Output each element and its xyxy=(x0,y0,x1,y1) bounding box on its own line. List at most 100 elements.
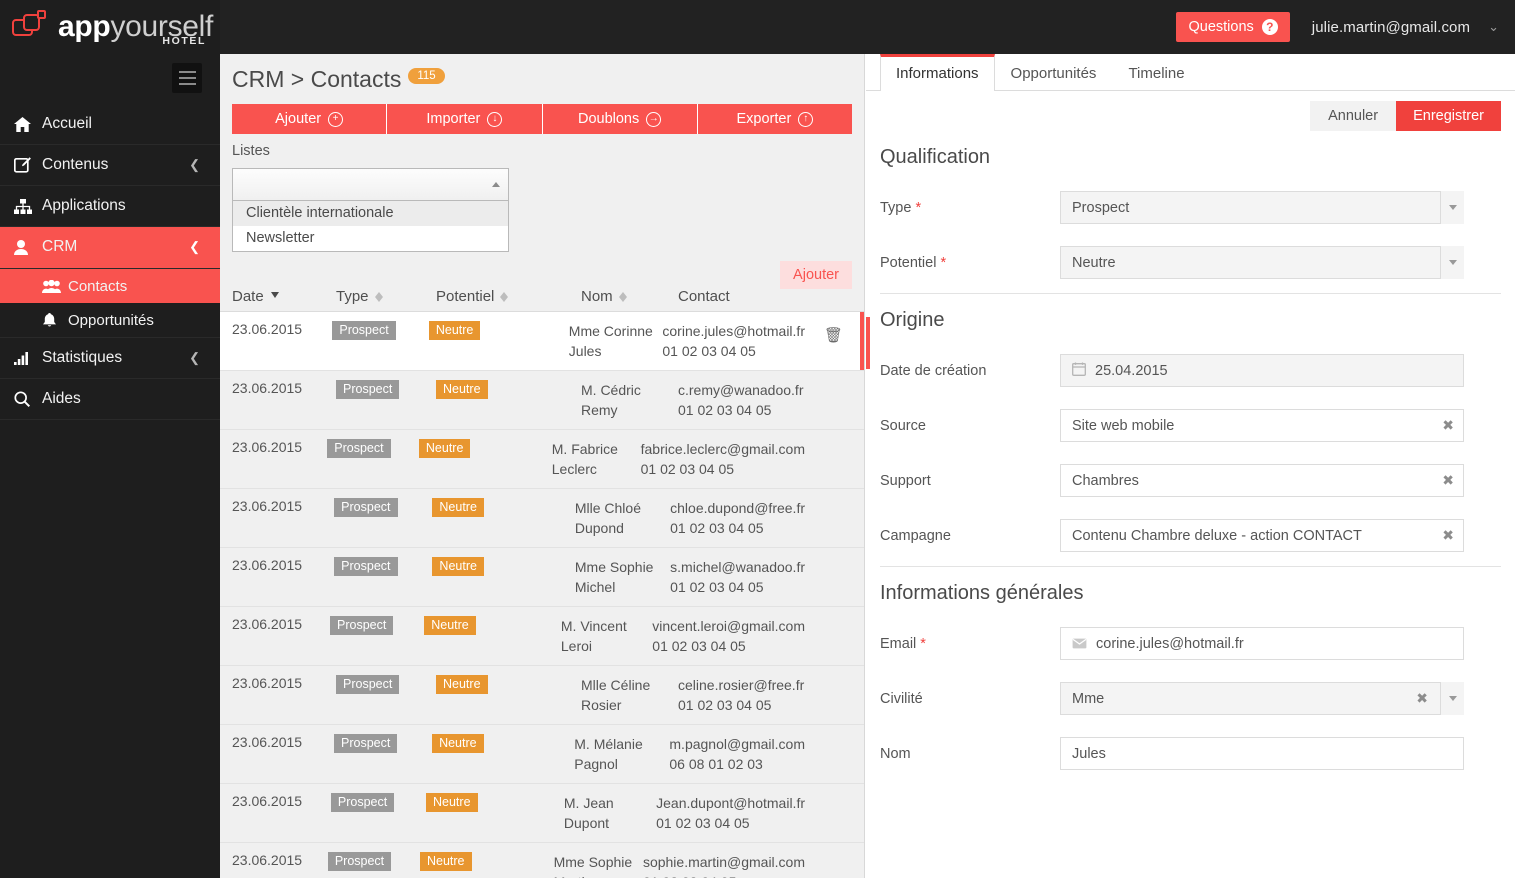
cell-type: Prospect xyxy=(334,498,432,538)
detail-action-row: Annuler Enregistrer xyxy=(866,91,1515,131)
field-campagne: Campagne Contenu Chambre deluxe - action… xyxy=(880,519,1515,552)
questions-button[interactable]: Questions ? xyxy=(1176,12,1290,42)
contacts-count-badge: 115 xyxy=(408,68,445,84)
tab-opportunites[interactable]: Opportunités xyxy=(995,54,1113,91)
table-row[interactable]: 23.06.2015 Prospect Neutre Mme Corinne Jule… xyxy=(220,312,864,371)
type-badge: Prospect xyxy=(336,675,400,694)
sidebar-label-contenus: Contenus xyxy=(42,156,109,173)
label-civilite: Civilité xyxy=(880,690,923,707)
cell-date: 23.06.2015 xyxy=(232,321,303,337)
source-input[interactable]: Site web mobile xyxy=(1060,409,1464,442)
cell-contact: celine.rosier@free.fr 01 02 03 04 05 xyxy=(678,677,805,713)
exporter-button[interactable]: Exporter ↑ xyxy=(697,104,852,134)
type-select[interactable]: Prospect xyxy=(1060,191,1464,224)
clear-icon-civilite[interactable]: ✖ xyxy=(1416,690,1428,706)
cell-contact: sophie.martin@gmail.com 01 02 03 04 05 xyxy=(642,854,805,878)
potentiel-badge: Neutre xyxy=(432,734,484,753)
table-row[interactable]: 23.06.2015 Prospect Neutre M. Fabrice Lecle… xyxy=(220,430,864,489)
sidebar-item-opportunites[interactable]: Opportunités xyxy=(0,303,220,337)
search-icon xyxy=(14,391,42,407)
type-badge: Prospect xyxy=(332,321,396,340)
type-badge: Prospect xyxy=(330,616,394,635)
contact-detail-panel: Informations Opportunités Timeline Annul… xyxy=(866,54,1515,878)
doublons-button[interactable]: Doublons → xyxy=(542,104,698,134)
tab-informations[interactable]: Informations xyxy=(880,54,995,91)
tab-timeline[interactable]: Timeline xyxy=(1112,54,1200,91)
brand-name-bold: app xyxy=(58,10,111,43)
burger-row xyxy=(0,54,220,102)
sidebar-item-statistiques[interactable]: Statistiques ❮ xyxy=(0,338,220,379)
potentiel-badge: Neutre xyxy=(424,616,476,635)
sidebar: appyourself HOTEL Accueil Contenus ❮ App… xyxy=(0,0,220,878)
nom-input[interactable]: Jules xyxy=(1060,737,1464,770)
sidebar-item-accueil[interactable]: Accueil xyxy=(0,104,220,145)
cell-potentiel: Neutre xyxy=(418,439,552,479)
chevron-down-icon-civilite[interactable] xyxy=(1440,682,1464,715)
hamburger-menu-icon[interactable] xyxy=(172,63,202,93)
label-potentiel: Potentiel * xyxy=(880,255,1060,271)
column-header-potentiel[interactable]: Potentiel xyxy=(436,288,581,305)
campagne-input[interactable]: Contenu Chambre deluxe - action CONTACT xyxy=(1060,519,1464,552)
column-header-nom[interactable]: Nom xyxy=(581,288,678,305)
sidebar-item-aides[interactable]: Aides xyxy=(0,379,220,420)
sidebar-label-accueil: Accueil xyxy=(42,115,92,132)
table-row[interactable]: 23.06.2015 Prospect Neutre M. Cédric Remy c.… xyxy=(220,371,864,430)
plus-circle-icon: + xyxy=(328,111,344,127)
section-title-qualification: Qualification xyxy=(880,146,991,168)
email-input[interactable]: corine.jules@hotmail.fr xyxy=(1060,627,1464,660)
sidebar-item-contenus[interactable]: Contenus ❮ xyxy=(0,145,220,186)
sidebar-item-applications[interactable]: Applications xyxy=(0,186,220,227)
cell-nom: M. Cédric Remy xyxy=(581,382,641,418)
table-row[interactable]: 23.06.2015 Prospect Neutre Mme Sophie Miche… xyxy=(220,548,864,607)
trash-icon[interactable]: 🗑 xyxy=(824,326,843,344)
cell-type: Prospect xyxy=(336,380,436,420)
date-creation-value: 25.04.2015 xyxy=(1095,362,1168,379)
field-civilite: Civilité Mme ✖ xyxy=(880,682,1515,715)
table-row[interactable]: 23.06.2015 Prospect Neutre Mlle Céline Rosi… xyxy=(220,666,864,725)
brand-logo[interactable]: appyourself HOTEL xyxy=(0,0,220,54)
chevron-down-icon-type[interactable] xyxy=(1440,191,1464,224)
label-text-potentiel: Potentiel xyxy=(880,254,937,271)
clear-icon-source[interactable]: ✖ xyxy=(1442,417,1454,433)
column-label-nom: Nom xyxy=(581,288,613,305)
cell-type: Prospect xyxy=(330,616,424,656)
ajouter-button[interactable]: Ajouter + xyxy=(232,104,388,134)
label-text-type: Type xyxy=(880,199,912,216)
clear-icon-campagne[interactable]: ✖ xyxy=(1442,527,1454,543)
table-row[interactable]: 23.06.2015 Prospect Neutre M. Vincent Leroi… xyxy=(220,607,864,666)
importer-button[interactable]: Importer ↓ xyxy=(387,104,543,134)
bell-icon xyxy=(42,312,68,328)
table-header-row: Date Type Potentiel Nom Contact xyxy=(220,282,864,312)
support-input[interactable]: Chambres xyxy=(1060,464,1464,497)
sidebar-item-crm[interactable]: CRM ❮ xyxy=(0,227,220,268)
table-row[interactable]: 23.06.2015 Prospect Neutre Mlle Chloé Dupon… xyxy=(220,489,864,548)
save-button[interactable]: Enregistrer xyxy=(1396,101,1501,131)
type-badge: Prospect xyxy=(334,734,398,753)
sidebar-item-contacts[interactable]: Contacts xyxy=(0,269,220,303)
date-creation-input[interactable]: 25.04.2015 xyxy=(1060,354,1464,387)
chevron-down-icon-potentiel[interactable] xyxy=(1440,246,1464,279)
cell-date: 23.06.2015 xyxy=(232,793,303,809)
control-type: Prospect xyxy=(1060,191,1464,224)
table-row[interactable]: 23.06.2015 Prospect Neutre M. Jean Dupont Je… xyxy=(220,784,864,843)
envelope-icon xyxy=(1072,636,1087,652)
table-row[interactable]: 23.06.2015 Prospect Neutre M. Mélanie Pagno… xyxy=(220,725,864,784)
pencil-edit-icon xyxy=(14,157,42,173)
cell-contact: s.michel@wanadoo.fr 01 02 03 04 05 xyxy=(670,559,805,595)
column-header-type[interactable]: Type xyxy=(336,288,436,305)
potentiel-badge: Neutre xyxy=(418,439,471,458)
listes-option-clientele[interactable]: Clientèle internationale xyxy=(233,201,508,226)
label-nom: Nom xyxy=(880,745,911,762)
cell-nom: M. Fabrice Leclerc xyxy=(551,441,618,477)
clear-icon-support[interactable]: ✖ xyxy=(1442,472,1454,488)
column-header-date[interactable]: Date xyxy=(232,288,336,305)
chevron-down-icon[interactable]: ⌄ xyxy=(1488,19,1499,35)
listes-select[interactable] xyxy=(232,168,509,201)
listes-option-newsletter[interactable]: Newsletter xyxy=(233,226,508,251)
civilite-select[interactable]: Mme xyxy=(1060,682,1464,715)
potentiel-select[interactable]: Neutre xyxy=(1060,246,1464,279)
sort-both-icon-nom xyxy=(618,291,627,303)
table-row[interactable]: 23.06.2015 Prospect Neutre Mme Sophie Marti… xyxy=(220,843,864,878)
cell-date: 23.06.2015 xyxy=(232,852,303,868)
cancel-button[interactable]: Annuler xyxy=(1310,101,1397,131)
